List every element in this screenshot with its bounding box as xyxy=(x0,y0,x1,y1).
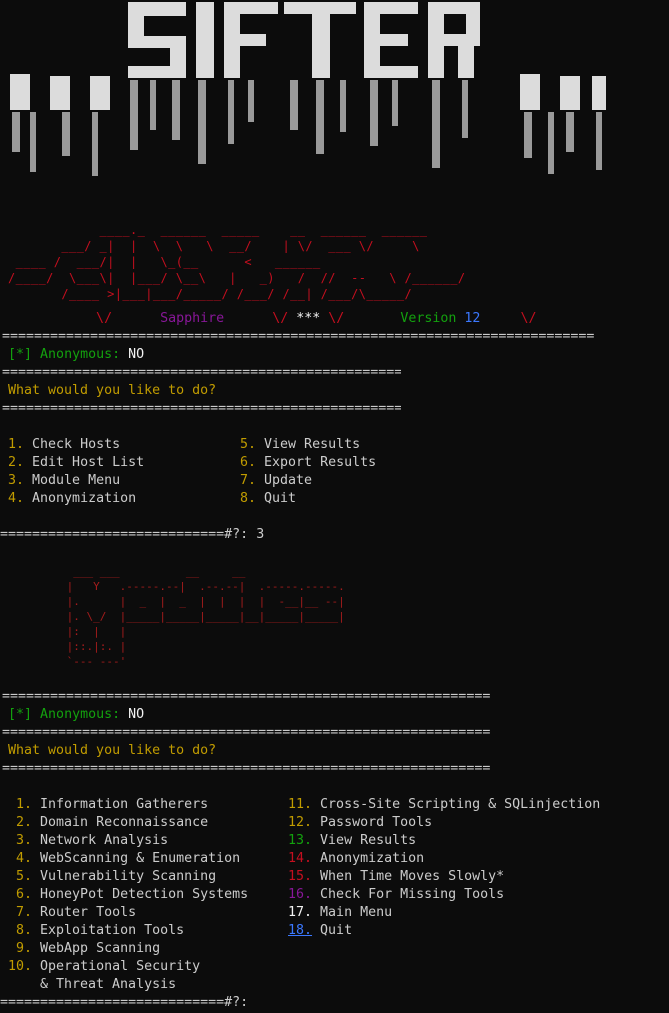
module-item-xss-sqli[interactable]: 11. Cross-Site Scripting & SQLinjection xyxy=(288,796,600,814)
module-item-router-tools[interactable]: 7. Router Tools xyxy=(16,904,248,922)
module-item-information-gatherers[interactable]: 1. Information Gatherers xyxy=(16,796,248,814)
module-item-check-missing-tools[interactable]: 16. Check For Missing Tools xyxy=(288,886,600,904)
version-label: Version xyxy=(400,311,457,326)
module-prompt: ============================#?: xyxy=(0,994,256,1012)
anonymous-status: [*] Anonymous: NO xyxy=(8,346,144,364)
terminal-window: ____._ ______ _____ __ ______ ______ ___… xyxy=(0,0,669,1013)
menu-item-view-results[interactable]: 5. View Results xyxy=(240,436,376,454)
anonymous-status-2: [*] Anonymous: NO xyxy=(8,706,144,724)
menu-item-check-hosts[interactable]: 1. Check Hosts xyxy=(8,436,144,454)
module-item-continuation: & Threat Analysis xyxy=(40,977,177,992)
main-menu-left: 1. Check Hosts 2. Edit Host List 3. Modu… xyxy=(8,436,144,508)
sifter-banner-logo xyxy=(0,0,669,190)
main-menu-right: 5. View Results 6. Export Results 7. Upd… xyxy=(240,436,376,508)
module-menu-right: 11. Cross-Site Scripting & SQLinjection … xyxy=(288,796,600,940)
menu-item-update[interactable]: 7. Update xyxy=(240,472,376,490)
module-item-anonymization[interactable]: 14. Anonymization xyxy=(288,850,600,868)
prompt-question-2: What would you like to do? xyxy=(8,743,217,758)
module-item-network-analysis[interactable]: 3. Network Analysis xyxy=(16,832,248,850)
codename-label: Sapphire xyxy=(160,311,225,326)
module-item-webscanning-enumeration[interactable]: 4. WebScanning & Enumeration xyxy=(16,850,248,868)
menu-item-export-results[interactable]: 6. Export Results xyxy=(240,454,376,472)
prompt-question: What would you like to do? xyxy=(8,383,217,398)
separator: ========================================… xyxy=(2,401,401,416)
module-item-domain-reconnaissance[interactable]: 2. Domain Reconnaissance xyxy=(16,814,248,832)
separator: ========================================… xyxy=(2,365,401,380)
menu-item-module-menu[interactable]: 3. Module Menu xyxy=(8,472,144,490)
banner-info-line: \/ Sapphire \/ *** \/ Version 12 \/ xyxy=(8,311,537,326)
status-bracket: [*] xyxy=(8,707,33,722)
module-item-vulnerability-scanning[interactable]: 5. Vulnerability Scanning xyxy=(16,868,248,886)
main-prompt: ============================#?: 3 xyxy=(0,526,264,544)
module-menu-left: 1. Information Gatherers 2. Domain Recon… xyxy=(16,796,248,958)
separator: ========================================… xyxy=(2,725,490,740)
modules-banner-logo: ___ ___ __ __ | Y .-----.--| .--.--| .--… xyxy=(66,565,345,668)
module-item-password-tools[interactable]: 12. Password Tools xyxy=(288,814,600,832)
separator: ========================================… xyxy=(2,761,490,776)
separator: ========================================… xyxy=(2,689,490,704)
separator: ========================================… xyxy=(2,329,594,344)
module-item-webapp-scanning[interactable]: 9. WebApp Scanning xyxy=(16,940,248,958)
prompt-input[interactable]: 3 xyxy=(256,527,264,542)
prompt-prefix: ============================#?: xyxy=(0,527,249,542)
module-item-exploitation-tools[interactable]: 8. Exploitation Tools xyxy=(16,922,248,940)
module-item-when-time-moves-slowly[interactable]: 15. When Time Moves Slowly* xyxy=(288,868,600,886)
anonymous-value: NO xyxy=(128,347,145,362)
banner-stars: *** xyxy=(296,311,321,326)
version-number: 12 xyxy=(464,311,481,326)
anonymous-label: Anonymous: xyxy=(40,347,121,362)
menu-item-anonymization[interactable]: 4. Anonymization xyxy=(8,490,144,508)
prompt-prefix: ============================#?: xyxy=(0,995,249,1010)
anonymous-value: NO xyxy=(128,707,145,722)
module-item-view-results[interactable]: 13. View Results xyxy=(288,832,600,850)
module-item-honeypot-detection[interactable]: 6. HoneyPot Detection Systems xyxy=(16,886,248,904)
module-item-main-menu[interactable]: 17. Main Menu xyxy=(288,904,600,922)
menu-item-quit[interactable]: 8. Quit xyxy=(240,490,376,508)
anonymous-label: Anonymous: xyxy=(40,707,121,722)
menu-item-edit-host-list[interactable]: 2. Edit Host List xyxy=(8,454,144,472)
status-bracket: [*] xyxy=(8,347,33,362)
module-item-quit[interactable]: 18. Quit xyxy=(288,922,600,940)
module-item-operational-security[interactable]: 10. Operational Security xyxy=(8,958,200,976)
